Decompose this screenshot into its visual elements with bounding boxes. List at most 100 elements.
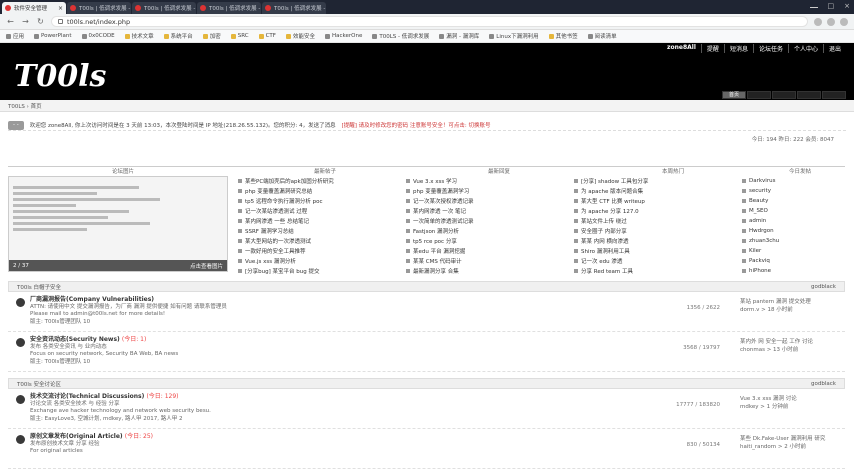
browser-tab[interactable]: T00ls | 低调求发展 - 潜心...× <box>132 2 196 14</box>
hot-list-item[interactable]: 某些PC端加壳后的apk加固分析研究 <box>238 176 400 186</box>
hot-list-item[interactable]: php 变量覆盖漏洞学习 <box>406 186 568 196</box>
nav-item[interactable] <box>747 91 771 99</box>
hot-list-item[interactable]: 某edu 平台 漏洞挖掘 <box>406 246 568 256</box>
maximize-icon[interactable]: □ <box>828 2 835 10</box>
bookmark-folder[interactable]: SRC <box>230 33 249 39</box>
hot-list-item[interactable]: Packviq <box>742 256 816 266</box>
username-link[interactable]: zone8All <box>662 44 701 53</box>
forum-moderators[interactable]: 版主: T00ls管理团队 10 <box>30 319 660 327</box>
section-moderator[interactable]: godblack <box>811 381 836 387</box>
section-title[interactable]: T00ls 安全讨论区 <box>17 380 61 388</box>
security-reminder[interactable]: [提醒] 请及时修改您的密码 注意账号安全！可点击: 切换账号 <box>342 121 491 129</box>
logout-link[interactable]: 退出 <box>822 44 846 53</box>
bookmark-item[interactable]: 0x0CODE <box>81 33 115 39</box>
hot-list-item[interactable]: 记一次 edu 渗透 <box>574 256 736 266</box>
hot-list-item[interactable]: Vue 3.x xss 学习 <box>406 176 568 186</box>
last-post-title[interactable]: 某内外 网 安全一起 工作 讨论 <box>740 338 845 346</box>
section-moderator[interactable]: godblack <box>811 284 836 290</box>
forum-title[interactable]: 安全资讯动态(Security News) <box>30 336 120 343</box>
browser-tab[interactable]: T00ls | 低调求发展 - 潜心习安...× <box>197 2 261 14</box>
bookmark-folder[interactable]: 系统平台 <box>163 32 193 40</box>
hot-list-item[interactable]: Beauty <box>742 196 816 206</box>
bookmark-folder[interactable]: CTF <box>258 33 276 39</box>
hot-list-item[interactable]: 某内网渗透 一次 笔记 <box>406 206 568 216</box>
browser-tab[interactable]: T00ls | 低调求发展 - 潜心习安...× <box>262 2 326 14</box>
hot-list-item[interactable]: 某站文件上传 绕过 <box>574 216 736 226</box>
forum-title[interactable]: 原创文章发布(Original Article) <box>30 433 123 440</box>
bookmark-item[interactable]: Linux下漏洞利用 <box>489 32 539 40</box>
extension-icon[interactable] <box>827 17 835 26</box>
hot-list-item[interactable]: SSRF 漏洞学习总结 <box>238 226 400 236</box>
bookmark-item[interactable]: PowerPlant <box>34 33 72 39</box>
messages-link[interactable]: 短消息 <box>723 44 753 53</box>
hot-list-item[interactable]: 安全圈子 内部分享 <box>574 226 736 236</box>
nav-item[interactable] <box>772 91 796 99</box>
bookmark-item[interactable]: 阅读清单 <box>587 32 617 40</box>
hot-list-item[interactable]: tp5 rce poc 分享 <box>406 236 568 246</box>
back-arrow-icon[interactable]: ← <box>6 17 15 26</box>
hot-list-item[interactable]: 一次简单的渗透测试记录 <box>406 216 568 226</box>
bookmark-item[interactable]: 应用 <box>6 32 24 40</box>
bookmark-item[interactable]: HackerOne <box>324 33 362 39</box>
browser-tab[interactable]: 软件安全管理 × <box>2 2 66 14</box>
forum-moderators[interactable]: 版主: T00ls管理团队 10 <box>30 359 660 367</box>
hot-list-item[interactable]: 为 apache 版本问题合集 <box>574 186 736 196</box>
hot-list-item[interactable]: Fastjson 漏洞分析 <box>406 226 568 236</box>
url-input[interactable]: t00ls.net/index.php <box>51 16 808 27</box>
close-tab-icon[interactable]: × <box>58 5 63 12</box>
hot-list-item[interactable]: Darkvirus <box>742 176 816 186</box>
hot-list-item[interactable]: Vue.js xss 漏洞分析 <box>238 256 400 266</box>
hot-list-item[interactable]: Hwdrgon <box>742 226 816 236</box>
hot-list-item[interactable]: tp5 远程命令执行漏洞分析 poc <box>238 196 400 206</box>
hot-list-item[interactable]: security <box>742 186 816 196</box>
hot-list-item[interactable]: 分享 Red team 工具 <box>574 266 736 276</box>
toggle-notice-button[interactable]: - - <box>8 120 24 130</box>
hot-list-item[interactable]: 一款好用的安全工具推荐 <box>238 246 400 256</box>
close-window-icon[interactable]: × <box>844 2 850 10</box>
t00ls-logo[interactable]: T00ls <box>12 57 132 93</box>
hot-list-item[interactable]: 某大型 CTF 比赛 writeup <box>574 196 736 206</box>
bookmark-item[interactable]: T00LS - 低调求发展 <box>372 32 429 40</box>
section-title[interactable]: T00ls 白帽子安全 <box>17 283 61 291</box>
hot-list-item[interactable]: [分享bug] 某宝平台 bug 提交 <box>238 266 400 276</box>
browser-tab[interactable]: T00ls | 低调求发展 - 潜心习安全 - P...× <box>67 2 131 14</box>
last-post-title[interactable]: Vue 3.x xss 漏洞 讨论 <box>740 395 845 403</box>
slider-view-link[interactable]: 点击查看图片 <box>190 262 223 270</box>
bookmark-folder[interactable]: 效能安全 <box>285 32 315 40</box>
hot-list-item[interactable]: Shiro 漏洞利用工具 <box>574 246 736 256</box>
profile-link[interactable]: 个人中心 <box>787 44 823 53</box>
forum-title[interactable]: 厂商漏洞报告(Company Vulnerabilities) <box>30 296 154 303</box>
nav-item[interactable] <box>797 91 821 99</box>
hot-list-item[interactable]: 记一次某站渗透测试 过程 <box>238 206 400 216</box>
hot-list-item[interactable]: 记一次某次授权渗透记录 <box>406 196 568 206</box>
hot-list-item[interactable]: zhuan3chu <box>742 236 816 246</box>
bookmark-folder[interactable]: 技术文章 <box>124 32 154 40</box>
hot-list-item[interactable]: 某内网渗透 一些 总结笔记 <box>238 216 400 226</box>
bookmark-folder[interactable]: 其他书签 <box>548 32 578 40</box>
hot-list-item[interactable]: 为 apache 分享 127.0 <box>574 206 736 216</box>
last-post-title[interactable]: 某站 pantern 漏洞 提交处理 <box>740 298 845 306</box>
reminders-link[interactable]: 提醒 <box>700 44 724 53</box>
extension-icon[interactable] <box>814 17 822 26</box>
image-slider[interactable]: 2 / 37 点击查看图片 <box>8 176 228 272</box>
nav-home[interactable]: 首页 <box>722 91 746 99</box>
hot-list-item[interactable]: [分享] shadow 工具包分享 <box>574 176 736 186</box>
nav-item[interactable] <box>822 91 846 99</box>
minimize-icon[interactable] <box>809 2 818 8</box>
hot-list-item[interactable]: 某大型网站的一次渗透测试 <box>238 236 400 246</box>
reload-icon[interactable]: ↻ <box>36 17 45 26</box>
hot-list-item[interactable]: admin <box>742 216 816 226</box>
profile-avatar-icon[interactable] <box>840 17 848 26</box>
hot-list-item[interactable]: php 变量覆盖漏洞研究总结 <box>238 186 400 196</box>
hot-list-item[interactable]: Kiler <box>742 246 816 256</box>
bookmark-folder[interactable]: 加密 <box>202 32 221 40</box>
hot-list-item[interactable]: 最新漏洞分享 合集 <box>406 266 568 276</box>
hot-list-item[interactable]: M_SEO <box>742 206 816 216</box>
hot-list-item[interactable]: 某某 内网 横向渗透 <box>574 236 736 246</box>
hot-list-item[interactable]: 某某 CMS 代码审计 <box>406 256 568 266</box>
forward-arrow-icon[interactable]: → <box>21 17 30 26</box>
hot-list-item[interactable]: hiPhone <box>742 266 816 276</box>
forum-moderators[interactable]: 版主: EasyLove3, 空城计划, mdkey, 路人甲 2017, 路人… <box>30 416 660 424</box>
bookmark-item[interactable]: 漏洞 - 漏洞库 <box>439 32 479 40</box>
tasks-link[interactable]: 论坛任务 <box>752 44 788 53</box>
